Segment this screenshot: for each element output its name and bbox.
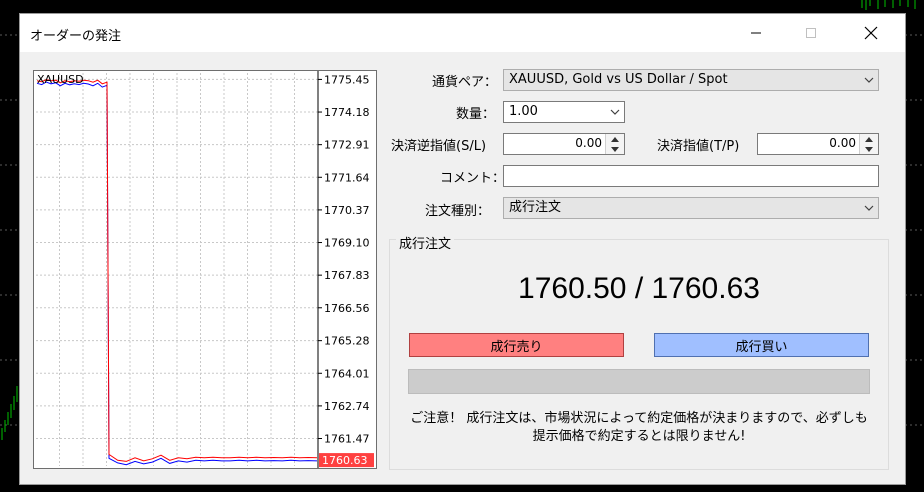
stop-loss-value: 0.00 xyxy=(575,136,602,150)
market-execution-notice: ご注意！ 成行注文は、市場状況によって約定価格が決まりますので、必ずしも 提示価… xyxy=(389,410,889,446)
y-tick-label: 1774.18 xyxy=(324,106,370,119)
take-profit-label: 決済指値(T/P) xyxy=(657,139,740,154)
y-tick-label: 1771.64 xyxy=(324,171,370,184)
maximize-button[interactable] xyxy=(788,14,834,52)
execution-progress-bar xyxy=(408,369,870,394)
y-tick-label: 1761.47 xyxy=(324,433,370,446)
buy-by-market-button[interactable]: 成行買い xyxy=(654,333,869,357)
symbol-value: XAUUSD, Gold vs US Dollar / Spot xyxy=(509,72,728,87)
y-tick-label: 1766.56 xyxy=(324,302,370,315)
y-tick-label: 1767.83 xyxy=(324,269,370,282)
symbol-label: 通貨ペア： xyxy=(432,75,498,90)
take-profit-input[interactable]: 0.00 xyxy=(757,133,879,155)
comment-label: コメント： xyxy=(440,171,506,186)
tick-chart: 1775.45 1774.18 1772.91 1771.64 1770.37 1769.… xyxy=(33,70,377,469)
order-type-select[interactable]: 成行注文 xyxy=(503,197,879,219)
stop-loss-input[interactable]: 0.00 xyxy=(503,133,625,155)
order-type-label: 注文種別： xyxy=(425,204,491,219)
minimize-icon xyxy=(751,32,761,34)
order-dialog: オーダーの発注 1775.45 1774.18 1772.91 1771.64 1770… xyxy=(19,13,906,485)
symbol-select[interactable]: XAUUSD, Gold vs US Dollar / Spot xyxy=(503,69,879,91)
title-bar[interactable]: オーダーの発注 xyxy=(20,14,905,52)
notice-line-1: ご注意！ 成行注文は、市場状況によって約定価格が決まりますので、必ずしも xyxy=(410,411,868,426)
sell-button-label: 成行売り xyxy=(490,339,543,355)
stop-loss-label: 決済逆指値(S/L) xyxy=(391,139,487,154)
y-tick-label: 1772.91 xyxy=(324,139,370,152)
buy-button-label: 成行買い xyxy=(735,339,788,355)
y-tick-label: 1765.28 xyxy=(324,335,370,348)
price-display: 1760.50 / 1760.63 xyxy=(389,272,889,306)
volume-value: 1.00 xyxy=(509,104,538,119)
market-execution-title: 成行注文 xyxy=(396,233,455,252)
chevron-down-icon xyxy=(610,102,620,122)
current-price-label: 1760.63 xyxy=(322,454,368,467)
caret-up-icon xyxy=(611,136,619,142)
notice-line-2: 提示価格で約定するとは限りません! xyxy=(532,429,746,444)
close-icon xyxy=(864,26,878,40)
caret-up-icon xyxy=(865,136,873,142)
chevron-down-icon xyxy=(864,198,874,218)
minimize-button[interactable] xyxy=(733,14,779,52)
tick-chart-svg: 1775.45 1774.18 1772.91 1771.64 1770.37 1769.… xyxy=(36,71,374,468)
y-tick-label: 1770.37 xyxy=(324,204,370,217)
dialog-title: オーダーの発注 xyxy=(30,29,122,44)
chevron-down-icon xyxy=(864,70,874,90)
y-tick-label: 1769.10 xyxy=(324,237,370,250)
ask-price: 1760.63 xyxy=(651,272,760,305)
volume-select[interactable]: 1.00 xyxy=(503,101,625,123)
close-button[interactable] xyxy=(848,14,894,52)
take-profit-value: 0.00 xyxy=(829,136,856,150)
comment-input[interactable] xyxy=(503,165,879,187)
y-tick-label: 1775.45 xyxy=(324,73,370,86)
bid-price: 1760.50 xyxy=(518,272,627,305)
y-tick-label: 1764.01 xyxy=(324,367,370,380)
caret-down-icon xyxy=(611,146,619,152)
stop-loss-down-button[interactable] xyxy=(606,144,624,154)
take-profit-down-button[interactable] xyxy=(860,144,878,154)
sell-by-market-button[interactable]: 成行売り xyxy=(409,333,624,357)
y-tick-label: 1762.74 xyxy=(324,400,370,413)
price-separator: / xyxy=(626,272,652,305)
caret-down-icon xyxy=(865,146,873,152)
maximize-icon xyxy=(806,28,816,38)
volume-label: 数量： xyxy=(456,107,496,122)
chart-title: XAUUSD xyxy=(37,73,84,86)
order-type-value: 成行注文 xyxy=(509,200,562,215)
